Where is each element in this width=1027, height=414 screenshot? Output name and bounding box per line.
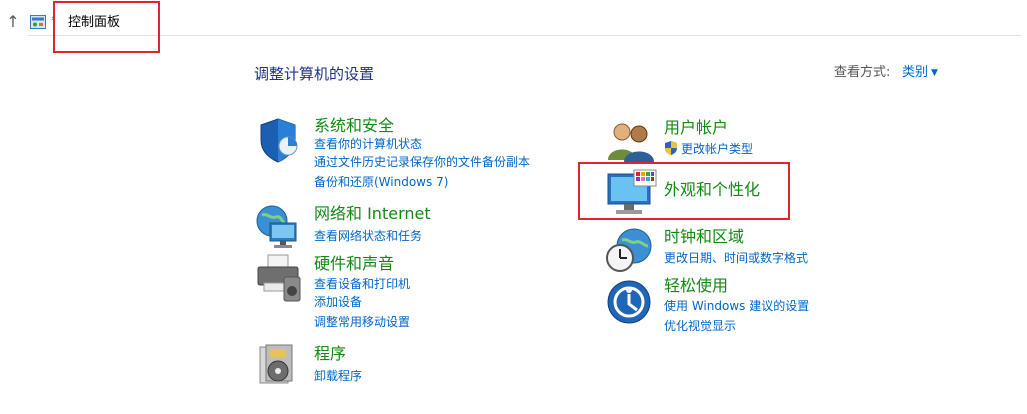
link-view-devices-printers[interactable]: 查看设备和打印机	[314, 276, 410, 292]
category-ease-of-access[interactable]: 轻松使用	[664, 276, 728, 296]
dropdown-caret-icon[interactable]: ▼	[931, 64, 938, 82]
ease-of-access-icon[interactable]	[606, 278, 652, 326]
view-by-label: 查看方式:	[834, 65, 891, 80]
link-backup-restore[interactable]: 备份和还原(Windows 7)	[314, 174, 448, 190]
link-view-computer-status[interactable]: 查看你的计算机状态	[314, 136, 422, 152]
link-file-history-backup[interactable]: 通过文件历史记录保存你的文件备份副本	[314, 154, 530, 170]
link-change-account-type[interactable]: 更改帐户类型	[681, 141, 753, 157]
category-system-security[interactable]: 系统和安全	[314, 116, 394, 136]
view-by-dropdown[interactable]: 类别	[902, 64, 928, 82]
address-box[interactable]	[28, 12, 1022, 36]
link-add-device[interactable]: 添加设备	[314, 294, 362, 310]
programs-icon[interactable]	[256, 343, 300, 389]
link-optimize-visual-display[interactable]: 优化视觉显示	[664, 318, 736, 334]
up-arrow-icon[interactable]: ↑	[6, 13, 20, 31]
link-use-recommended-settings[interactable]: 使用 Windows 建议的设置	[664, 298, 809, 314]
category-hardware-sound[interactable]: 硬件和声音	[314, 254, 394, 274]
network-globe-icon[interactable]	[254, 203, 302, 249]
category-clock-region[interactable]: 时钟和区域	[664, 227, 744, 247]
category-network-internet[interactable]: 网络和 Internet	[314, 204, 431, 224]
page-title: 调整计算机的设置	[254, 65, 375, 83]
shield-icon[interactable]	[254, 116, 302, 164]
highlight-box-appearance	[578, 162, 790, 220]
link-change-date-time-format[interactable]: 更改日期、时间或数字格式	[664, 250, 808, 266]
highlight-box-address	[53, 1, 160, 53]
link-view-network-status[interactable]: 查看网络状态和任务	[314, 228, 422, 244]
clock-globe-icon[interactable]	[604, 226, 654, 274]
category-user-accounts[interactable]: 用户帐户	[664, 118, 728, 138]
category-programs[interactable]: 程序	[314, 344, 346, 364]
link-uninstall-program[interactable]: 卸载程序	[314, 368, 362, 384]
uac-shield-icon	[665, 141, 677, 155]
link-mobility-settings[interactable]: 调整常用移动设置	[314, 314, 410, 330]
printer-icon[interactable]	[254, 253, 302, 303]
users-icon[interactable]	[606, 120, 656, 162]
control-panel-icon	[30, 15, 46, 29]
